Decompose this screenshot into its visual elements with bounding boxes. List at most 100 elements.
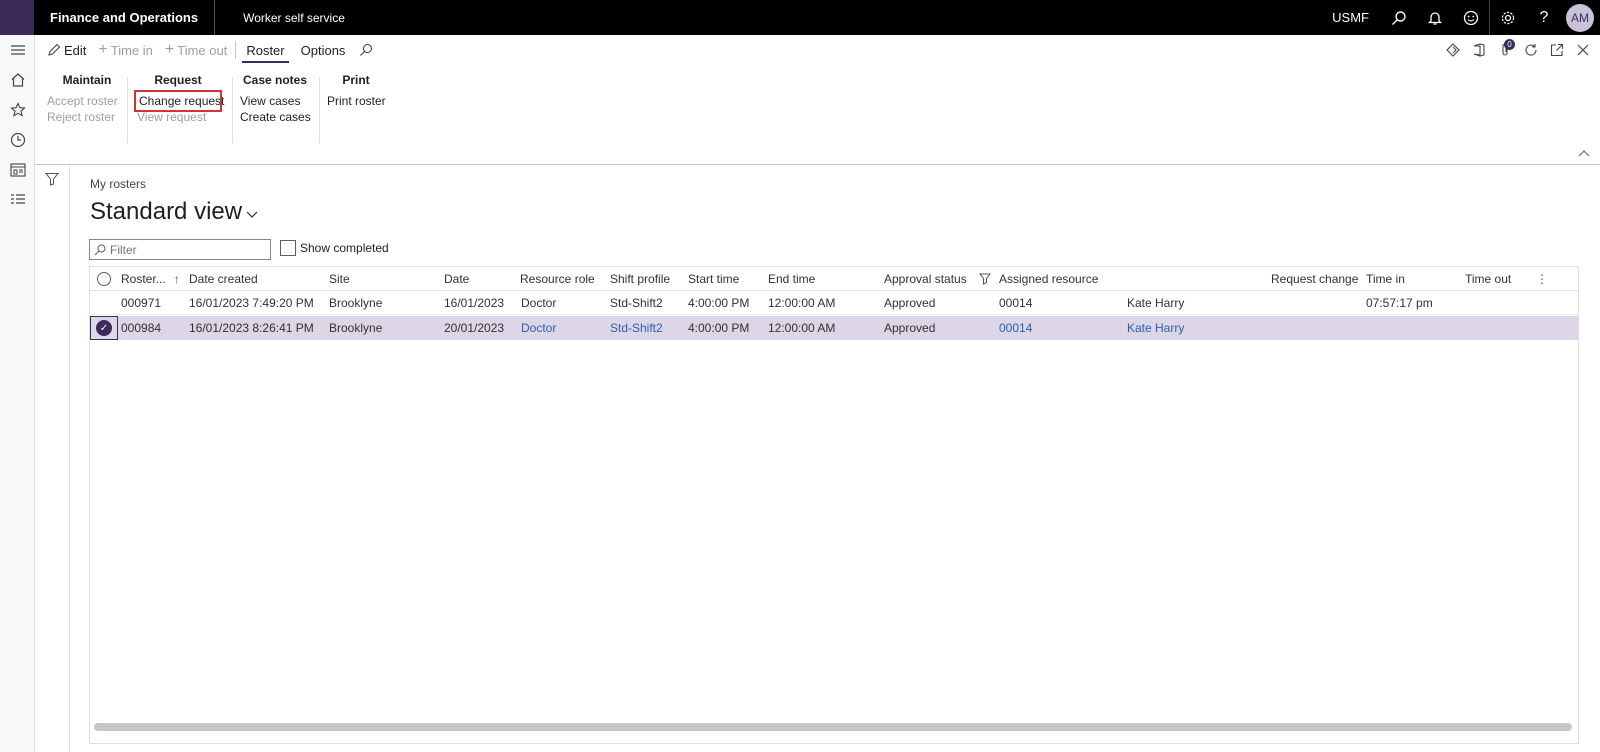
cell-resource-name-link[interactable]: Kate Harry	[1127, 316, 1184, 340]
bell-icon[interactable]	[1417, 0, 1453, 35]
feedback-smiley-icon[interactable]	[1453, 0, 1489, 35]
ribbon-roster: Maintain Accept roster Reject roster Req…	[35, 65, 1600, 165]
column-header-date-created[interactable]: Date created	[189, 267, 258, 291]
power-apps-icon[interactable]	[1440, 35, 1466, 65]
view-request-button[interactable]: View request	[137, 109, 219, 125]
table-row-selected[interactable]: ✓ 000984 16/01/2023 8:26:41 PM Brooklyne…	[90, 316, 1578, 340]
help-icon[interactable]: ?	[1526, 0, 1562, 35]
avatar[interactable]: AM	[1566, 3, 1594, 32]
column-header-request-change[interactable]: Request change	[1271, 267, 1358, 291]
column-header-shift-profile[interactable]: Shift profile	[610, 267, 670, 291]
column-header-time-in[interactable]: Time in	[1366, 267, 1405, 291]
tab-options[interactable]: Options	[293, 35, 354, 65]
column-header-assigned-resource[interactable]: Assigned resource	[999, 267, 1098, 291]
time-in-button[interactable]: + Time in	[92, 35, 158, 65]
change-request-button[interactable]: Change request	[134, 90, 224, 112]
cell-resource-name[interactable]: Kate Harry	[1127, 291, 1184, 315]
time-out-button[interactable]: + Time out	[159, 35, 233, 65]
view-selector[interactable]: Standard view	[90, 198, 258, 226]
cell-shift-profile[interactable]: Std-Shift2	[610, 291, 663, 315]
row-selected-check-icon[interactable]: ✓	[96, 316, 112, 340]
column-header-resource-role[interactable]: Resource role	[520, 267, 595, 291]
cell-shift-profile-link[interactable]: Std-Shift2	[610, 316, 663, 340]
filter-input[interactable]	[110, 242, 260, 257]
page-title: Standard view	[90, 198, 243, 225]
reject-roster-button[interactable]: Reject roster	[47, 109, 127, 125]
filter-pane	[35, 166, 70, 752]
cell-roster[interactable]: 000971	[121, 291, 161, 315]
cell-date-created[interactable]: 16/01/2023 7:49:20 PM	[189, 291, 314, 315]
cell-date-created[interactable]: 16/01/2023 8:26:41 PM	[189, 316, 314, 340]
filter-funnel-icon[interactable]	[44, 172, 60, 752]
open-new-window-icon[interactable]	[1544, 35, 1570, 65]
hamburger-menu-icon[interactable]	[0, 35, 35, 65]
column-header-date[interactable]: Date	[444, 267, 469, 291]
refresh-icon[interactable]	[1518, 35, 1544, 65]
cell-approval-status[interactable]: Approved	[884, 316, 935, 340]
collapse-ribbon-chevron-icon[interactable]	[1578, 146, 1590, 160]
column-options-more-icon[interactable]: ⋮	[1536, 267, 1548, 291]
app-title[interactable]: Finance and Operations	[34, 0, 216, 35]
cell-site[interactable]: Brooklyne	[329, 316, 382, 340]
accept-roster-button[interactable]: Accept roster	[47, 93, 127, 109]
recent-clock-icon[interactable]	[0, 125, 35, 155]
filter-input-box[interactable]	[89, 239, 271, 260]
company-picker[interactable]: USMF	[1320, 10, 1381, 25]
group-title-case-notes: Case notes	[242, 73, 308, 87]
edit-label: Edit	[64, 42, 87, 58]
column-header-site[interactable]: Site	[329, 267, 350, 291]
cell-resource-role-link[interactable]: Doctor	[521, 316, 556, 340]
workspaces-icon[interactable]	[0, 155, 35, 185]
tab-roster[interactable]: Roster	[238, 35, 292, 65]
plus-icon: +	[98, 41, 108, 58]
sort-ascending-arrow-icon: ↑	[173, 272, 180, 286]
gear-icon[interactable]	[1490, 0, 1526, 35]
table-row[interactable]: 000971 16/01/2023 7:49:20 PM Brooklyne 1…	[90, 291, 1578, 315]
column-header-roster[interactable]: Roster... ↑	[121, 267, 180, 291]
cell-assigned-resource[interactable]: 00014	[999, 291, 1032, 315]
cell-assigned-resource-link[interactable]: 00014	[999, 316, 1032, 340]
column-header-start-time[interactable]: Start time	[688, 267, 739, 291]
ribbon-group-print: Print Print roster	[327, 73, 386, 141]
ribbon-group-request: Request Change request View request	[134, 73, 224, 141]
top-bar: Finance and Operations Worker self servi…	[0, 0, 1600, 744]
cell-time-in[interactable]: 07:57:17 pm	[1366, 291, 1433, 315]
office-icon[interactable]	[1466, 35, 1492, 65]
create-cases-button[interactable]: Create cases	[240, 109, 311, 125]
column-filter-funnel-icon	[978, 273, 991, 285]
print-roster-button[interactable]: Print roster	[327, 93, 386, 109]
time-out-label: Time out	[177, 42, 228, 58]
cell-roster[interactable]: 000984	[121, 316, 161, 340]
show-completed-toggle[interactable]: Show completed	[280, 240, 389, 256]
cell-end-time[interactable]: 12:00:00 AM	[768, 291, 835, 315]
column-header-approval-status[interactable]: Approval status	[884, 267, 991, 291]
cell-date[interactable]: 20/01/2023	[444, 316, 504, 340]
attachments-icon[interactable]: 0	[1492, 35, 1518, 65]
rosters-grid: Roster... ↑ Date created Site Date Resour…	[89, 266, 1579, 744]
home-icon[interactable]	[0, 65, 35, 95]
app-launcher-icon[interactable]	[0, 0, 1579, 744]
cell-resource-role[interactable]: Doctor	[521, 291, 556, 315]
action-search-icon[interactable]	[353, 35, 379, 65]
view-cases-button[interactable]: View cases	[240, 93, 310, 109]
cell-start-time[interactable]: 4:00:00 PM	[688, 291, 749, 315]
breadcrumb: My rosters	[90, 177, 147, 191]
column-header-time-out[interactable]: Time out	[1465, 267, 1511, 291]
horizontal-scrollbar[interactable]	[94, 723, 1572, 731]
favorites-star-icon[interactable]	[0, 95, 35, 125]
group-title-print: Print	[342, 73, 370, 87]
show-completed-checkbox[interactable]	[280, 240, 296, 256]
cell-date[interactable]: 16/01/2023	[444, 291, 504, 315]
close-icon[interactable]	[1570, 35, 1596, 65]
ribbon-group-maintain: Maintain Accept roster Reject roster	[47, 73, 127, 141]
cell-end-time[interactable]: 12:00:00 AM	[768, 316, 835, 340]
select-all-radio[interactable]	[97, 267, 111, 291]
edit-button[interactable]: Edit	[41, 35, 92, 65]
search-icon[interactable]	[1381, 0, 1417, 35]
cell-site[interactable]: Brooklyne	[329, 291, 382, 315]
modules-list-icon[interactable]	[0, 185, 35, 215]
cell-approval-status[interactable]: Approved	[884, 291, 935, 315]
search-icon	[94, 244, 106, 255]
column-header-end-time[interactable]: End time	[768, 267, 815, 291]
cell-start-time[interactable]: 4:00:00 PM	[688, 316, 749, 340]
